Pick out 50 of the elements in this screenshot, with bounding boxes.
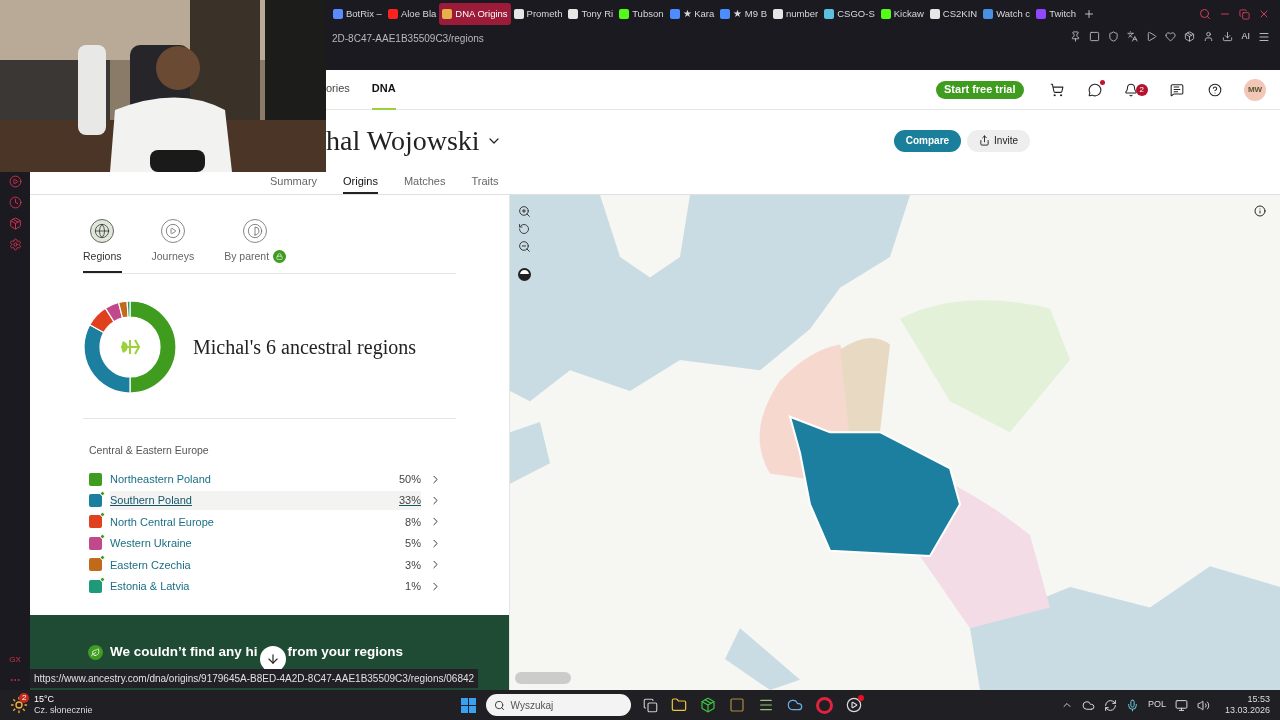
clock-date[interactable]: 13.03.2026 xyxy=(1224,705,1270,716)
browser-tab[interactable]: ★ Kara xyxy=(666,3,718,25)
browser-tab[interactable]: Tony Ri xyxy=(565,3,617,25)
region-row[interactable]: Western Ukraine 5% xyxy=(110,533,421,553)
search-field[interactable]: Wyszukaj xyxy=(485,694,631,716)
section-tab[interactable]: Traits xyxy=(471,172,499,194)
nav-link[interactable]: DNA xyxy=(371,69,396,110)
browser-tab[interactable]: ★ M9 B xyxy=(717,3,771,25)
avatar[interactable]: MW xyxy=(1244,78,1266,101)
invite-button[interactable]: Invite xyxy=(967,129,1030,152)
group-label: Central & Eastern Europe xyxy=(89,442,209,458)
language-indicator[interactable]: POL xyxy=(1147,698,1166,712)
section-tab[interactable]: Summary xyxy=(270,172,318,194)
view-tab[interactable]: Journeys xyxy=(151,219,195,273)
banner-text: from your regions xyxy=(287,643,403,662)
banner-text: We couldn’t find any hi xyxy=(110,643,258,662)
temperature: 15°C xyxy=(34,694,56,705)
ai-button[interactable]: AI xyxy=(1241,30,1250,44)
browser-tab[interactable]: DNA Origins xyxy=(439,3,511,25)
notification-badge: 2 xyxy=(1135,83,1148,96)
region-row[interactable]: North Central Europe 8% xyxy=(110,512,421,532)
status-url: https://www.ancestry.com/dna/origins/9179645A-B8ED-4A2D-8C47-AAE1B35509C3/regions/06842 xyxy=(30,669,479,688)
start-trial-button[interactable]: Start free trial xyxy=(936,80,1024,99)
browser-tab[interactable]: Aloe Bla xyxy=(384,3,440,25)
nav-link[interactable]: ories xyxy=(326,69,350,110)
section-tab[interactable]: Matches xyxy=(403,172,446,194)
view-tab[interactable]: By parent xyxy=(224,219,287,273)
clock-time[interactable]: 15:53 xyxy=(1247,694,1270,705)
browser-tab[interactable]: BotRix – xyxy=(330,3,385,25)
browser-tab[interactable]: Kickaw xyxy=(877,3,927,25)
compare-button[interactable]: Compare xyxy=(893,129,962,152)
browser-tab[interactable]: Tubson xyxy=(616,3,667,25)
section-tab[interactable]: Origins xyxy=(343,172,378,194)
view-tab[interactable]: Regions xyxy=(83,219,122,273)
browser-tab[interactable]: number xyxy=(770,3,822,25)
regions-heading: Michal's 6 ancestral regions xyxy=(193,334,416,361)
browser-tab[interactable]: Twitch xyxy=(1033,3,1080,25)
region-row[interactable]: Eastern Czechia 3% xyxy=(110,555,421,575)
region-row[interactable]: Southern Poland 33% xyxy=(110,491,421,511)
gx-logo[interactable]: GX xyxy=(9,654,21,666)
weather-text: Cz. słonecznie xyxy=(34,705,93,716)
profile-name[interactable]: hal Wojowski xyxy=(326,119,480,162)
browser-tab[interactable]: CS2KIN xyxy=(926,3,981,25)
weather-badge: 2 xyxy=(19,693,30,703)
region-row[interactable]: Northeastern Poland 50% xyxy=(110,469,421,489)
browser-tab[interactable]: Prometh xyxy=(510,3,566,25)
address-field[interactable]: 2D-8C47-AAE1B35509C3/regions xyxy=(332,30,484,46)
browser-tab[interactable]: Watch c xyxy=(980,3,1034,25)
browser-tab[interactable]: CSGO-S xyxy=(821,3,878,25)
region-row[interactable]: Estonia & Latvia 1% xyxy=(110,576,421,596)
